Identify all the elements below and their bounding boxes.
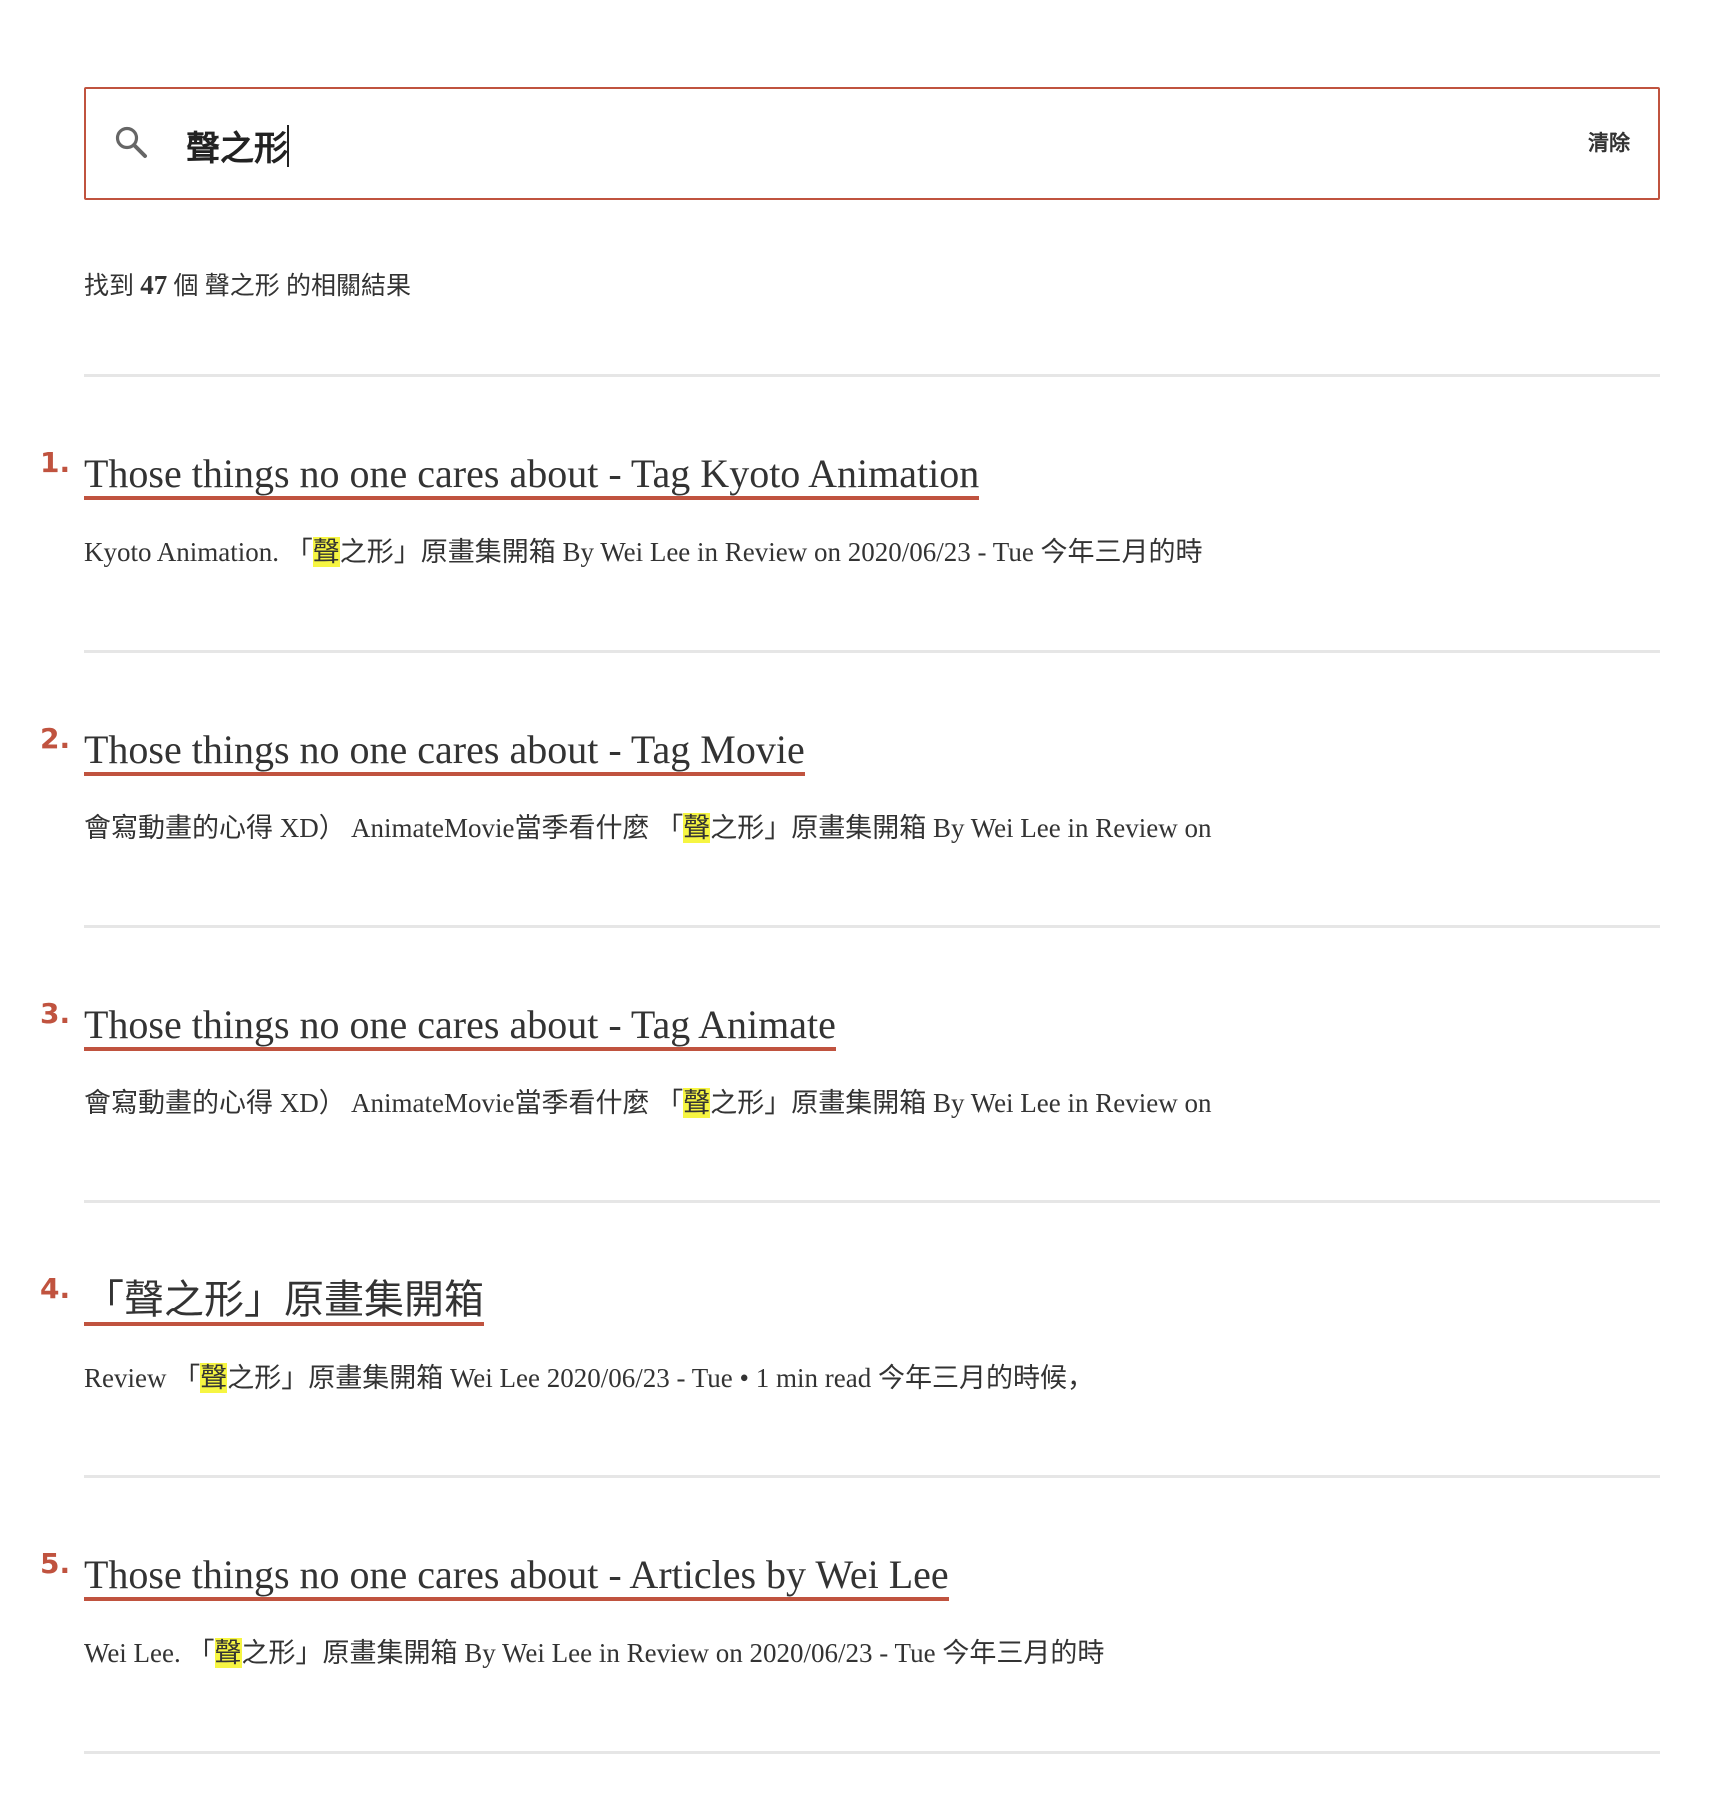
snippet-highlight: 聲 xyxy=(683,1088,711,1118)
divider xyxy=(84,1200,1660,1203)
result-number: 4. xyxy=(40,1272,71,1305)
summary-prefix: 找到 xyxy=(84,273,135,300)
snippet-text: 之形」原畫集開箱 By Wei Lee in Review on 2020/06… xyxy=(241,1638,1105,1668)
divider xyxy=(84,374,1660,377)
result-snippet: Review 「聲之形」原畫集開箱 Wei Lee 2020/06/23 - T… xyxy=(84,1356,1094,1395)
result-number: 2. xyxy=(40,722,71,755)
snippet-highlight: 聲 xyxy=(200,1363,228,1393)
result-number: 5. xyxy=(40,1547,71,1580)
snippet-text: Review 「 xyxy=(84,1363,201,1393)
snippet-highlight: 聲 xyxy=(683,813,711,843)
result-title-link[interactable]: 「聲之形」原畫集開箱 xyxy=(84,1278,484,1326)
summary-term: 聲之形 xyxy=(204,273,280,300)
result-snippet: 會寫動畫的心得 XD） AnimateMovie當季看什麼 「聲之形」原畫集開箱… xyxy=(84,1081,1212,1120)
snippet-text: 會寫動畫的心得 XD） AnimateMovie當季看什麼 「 xyxy=(84,813,684,843)
divider xyxy=(84,1751,1660,1754)
divider xyxy=(84,1475,1660,1478)
snippet-text: 之形」原畫集開箱 By Wei Lee in Review on 2020/06… xyxy=(339,537,1203,567)
snippet-text: 之形」原畫集開箱 Wei Lee 2020/06/23 - Tue • 1 mi… xyxy=(227,1363,1094,1393)
divider xyxy=(84,925,1660,928)
snippet-text: Kyoto Animation. 「 xyxy=(84,537,313,567)
snippet-highlight: 聲 xyxy=(214,1638,242,1668)
result-title-link[interactable]: Those things no one cares about - Tag Mo… xyxy=(84,728,805,776)
snippet-text: 會寫動畫的心得 XD） AnimateMovie當季看什麼 「 xyxy=(84,1088,684,1118)
result-title-link[interactable]: Those things no one cares about - Tag An… xyxy=(84,1003,836,1051)
result-title-link[interactable]: Those things no one cares about - Articl… xyxy=(84,1553,949,1601)
result-snippet: 會寫動畫的心得 XD） AnimateMovie當季看什麼 「聲之形」原畫集開箱… xyxy=(84,806,1212,845)
snippet-text: Wei Lee. 「 xyxy=(84,1638,215,1668)
snippet-text: 之形」原畫集開箱 By Wei Lee in Review on xyxy=(710,1088,1212,1118)
search-icon xyxy=(114,125,148,159)
search-input[interactable] xyxy=(186,117,1486,173)
result-number: 1. xyxy=(40,446,71,479)
search-box[interactable]: 清除 xyxy=(84,87,1660,200)
result-snippet: Wei Lee. 「聲之形」原畫集開箱 By Wei Lee in Review… xyxy=(84,1631,1104,1670)
snippet-text: 之形」原畫集開箱 By Wei Lee in Review on xyxy=(710,813,1212,843)
result-number: 3. xyxy=(40,997,71,1030)
divider xyxy=(84,650,1660,653)
clear-button[interactable]: 清除 xyxy=(1588,127,1630,157)
results-summary: 找到 47 個 聲之形 的相關結果 xyxy=(84,266,411,302)
snippet-highlight: 聲 xyxy=(312,537,340,567)
results-count: 47 xyxy=(140,270,168,300)
summary-suffix: 的相關結果 xyxy=(286,273,412,300)
summary-middle: 個 xyxy=(173,273,199,300)
result-title-link[interactable]: Those things no one cares about - Tag Ky… xyxy=(84,452,980,500)
text-caret xyxy=(287,125,289,167)
result-snippet: Kyoto Animation. 「聲之形」原畫集開箱 By Wei Lee i… xyxy=(84,530,1203,569)
